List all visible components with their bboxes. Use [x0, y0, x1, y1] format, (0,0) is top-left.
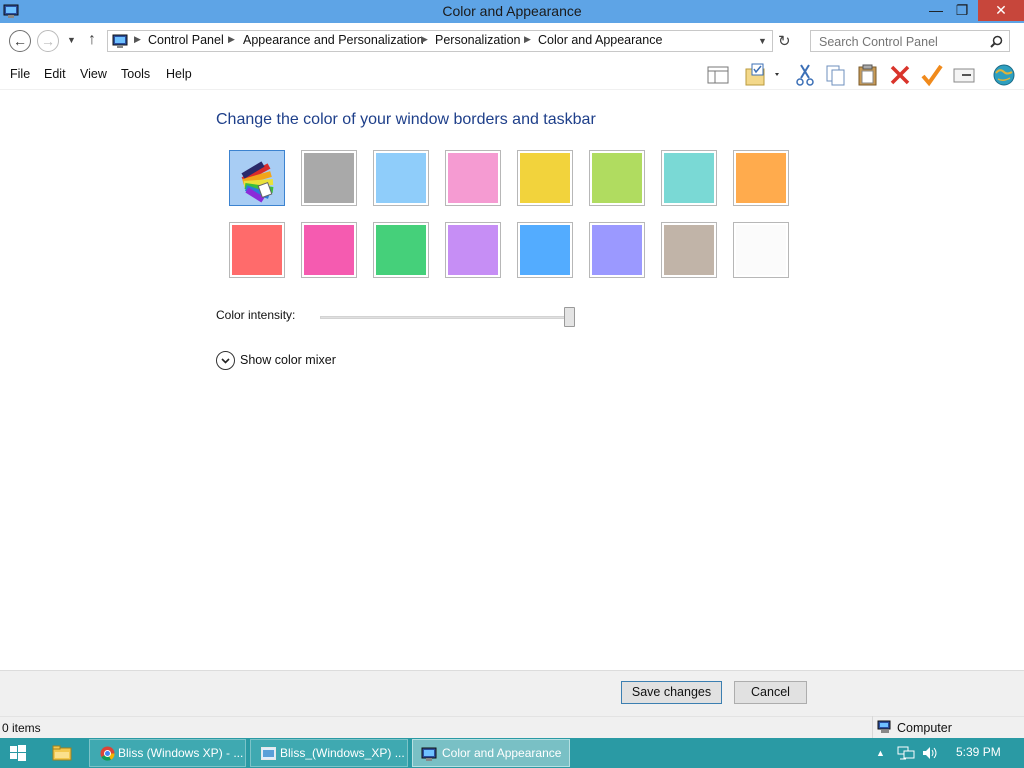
checkmark-icon[interactable]	[920, 63, 944, 87]
close-button[interactable]: ✕	[978, 0, 1024, 21]
color-intensity-slider-track[interactable]	[320, 316, 575, 319]
copy-icon[interactable]	[824, 63, 848, 87]
color-swatch-lime[interactable]	[589, 150, 645, 206]
search-input[interactable]	[817, 34, 991, 50]
page-heading: Change the color of your window borders …	[216, 111, 596, 128]
layout-pane-icon[interactable]	[706, 63, 730, 87]
control-panel-icon	[421, 747, 437, 761]
show-hidden-icons-chevron-icon[interactable]: ▲	[876, 748, 885, 758]
breadcrumb-personalization[interactable]: Personalization	[435, 33, 520, 47]
refresh-button[interactable]: ↻	[778, 32, 791, 50]
paste-icon[interactable]	[856, 63, 880, 87]
breadcrumb-separator-icon[interactable]: ▶	[524, 34, 531, 45]
file-explorer-icon[interactable]	[52, 744, 72, 762]
menu-help[interactable]: Help	[166, 67, 192, 81]
breadcrumb-control-panel[interactable]: Control Panel	[148, 33, 224, 47]
color-swatch-light-blue[interactable]	[373, 150, 429, 206]
windows-logo-icon[interactable]	[10, 745, 26, 761]
globe-icon[interactable]	[990, 63, 1018, 87]
recent-locations-chevron-icon[interactable]: ▼	[67, 35, 76, 45]
status-divider	[872, 716, 873, 738]
taskbar-item-label: Color and Appearance	[442, 746, 562, 760]
color-swatch-gray[interactable]	[301, 150, 357, 206]
status-item-count: 0 items	[2, 721, 41, 735]
taskbar-item-image-viewer[interactable]: Bliss_(Windows_XP) ...	[250, 739, 408, 767]
control-panel-icon	[112, 33, 128, 49]
chrome-icon	[100, 746, 115, 761]
volume-icon[interactable]	[921, 745, 939, 761]
image-viewer-icon	[261, 747, 276, 760]
color-swatch-blue[interactable]	[517, 222, 573, 278]
taskbar-item-label: Bliss_(Windows_XP) ...	[280, 746, 405, 760]
color-swatch-white[interactable]	[733, 222, 789, 278]
color-intensity-label: Color intensity:	[216, 308, 296, 322]
up-button[interactable]: ↑	[88, 31, 96, 49]
taskbar-item-color-appearance[interactable]: Color and Appearance	[412, 739, 570, 767]
breadcrumb-separator-icon[interactable]: ▶	[421, 34, 428, 45]
search-box[interactable]	[810, 30, 1010, 52]
color-swatch-teal[interactable]	[661, 150, 717, 206]
breadcrumb-appearance-personalization[interactable]: Appearance and Personalization	[243, 33, 424, 47]
breadcrumb-separator-icon[interactable]: ▶	[228, 34, 235, 45]
color-swatch-yellow[interactable]	[517, 150, 573, 206]
color-swatch-orange[interactable]	[733, 150, 789, 206]
color-swatch-green[interactable]	[373, 222, 429, 278]
color-swatch-periwinkle[interactable]	[589, 222, 645, 278]
cut-icon[interactable]	[793, 63, 817, 87]
menu-tools[interactable]: Tools	[121, 67, 150, 81]
cancel-button[interactable]: Cancel	[734, 681, 807, 704]
status-bar	[0, 716, 1024, 738]
menu-edit[interactable]: Edit	[44, 67, 66, 81]
address-dropdown-chevron-icon[interactable]: ▼	[758, 36, 767, 46]
menu-file[interactable]: File	[10, 67, 30, 81]
breadcrumb-separator-icon[interactable]: ▶	[134, 34, 141, 45]
menu-view[interactable]: View	[80, 67, 107, 81]
window-title: Color and Appearance	[442, 3, 582, 19]
color-swatch-pink[interactable]	[445, 150, 501, 206]
taskbar-item-chrome[interactable]: Bliss (Windows XP) - ...	[89, 739, 246, 767]
color-palette-icon	[241, 161, 274, 203]
save-changes-button[interactable]: Save changes	[621, 681, 722, 704]
delete-icon[interactable]	[888, 63, 912, 87]
maximize-button[interactable]: ❐	[950, 0, 974, 21]
footer-panel	[0, 670, 1024, 716]
expand-chevron-icon[interactable]	[216, 351, 235, 370]
color-swatch-red[interactable]	[229, 222, 285, 278]
back-button[interactable]: ←	[9, 30, 31, 52]
taskbar-item-label: Bliss (Windows XP) - ...	[118, 746, 244, 760]
minimize-button[interactable]: —	[924, 0, 948, 21]
color-swatch-magenta[interactable]	[301, 222, 357, 278]
taskbar-clock[interactable]: 5:39 PM	[956, 745, 1001, 759]
search-icon[interactable]	[990, 35, 1003, 48]
status-location: Computer	[897, 721, 952, 735]
start-button[interactable]	[10, 745, 26, 761]
color-intensity-slider-thumb[interactable]	[564, 307, 575, 327]
color-swatch-taupe[interactable]	[661, 222, 717, 278]
computer-icon	[877, 720, 893, 734]
color-swatch-purple[interactable]	[445, 222, 501, 278]
color-swatch-automatic[interactable]	[229, 150, 285, 206]
forward-button[interactable]: →	[37, 30, 59, 52]
network-icon[interactable]	[897, 745, 915, 761]
show-color-mixer-link[interactable]: Show color mixer	[240, 353, 336, 367]
breadcrumb-color-appearance[interactable]: Color and Appearance	[538, 33, 662, 47]
properties-icon[interactable]	[952, 63, 976, 87]
folder-options-icon[interactable]	[744, 63, 784, 87]
